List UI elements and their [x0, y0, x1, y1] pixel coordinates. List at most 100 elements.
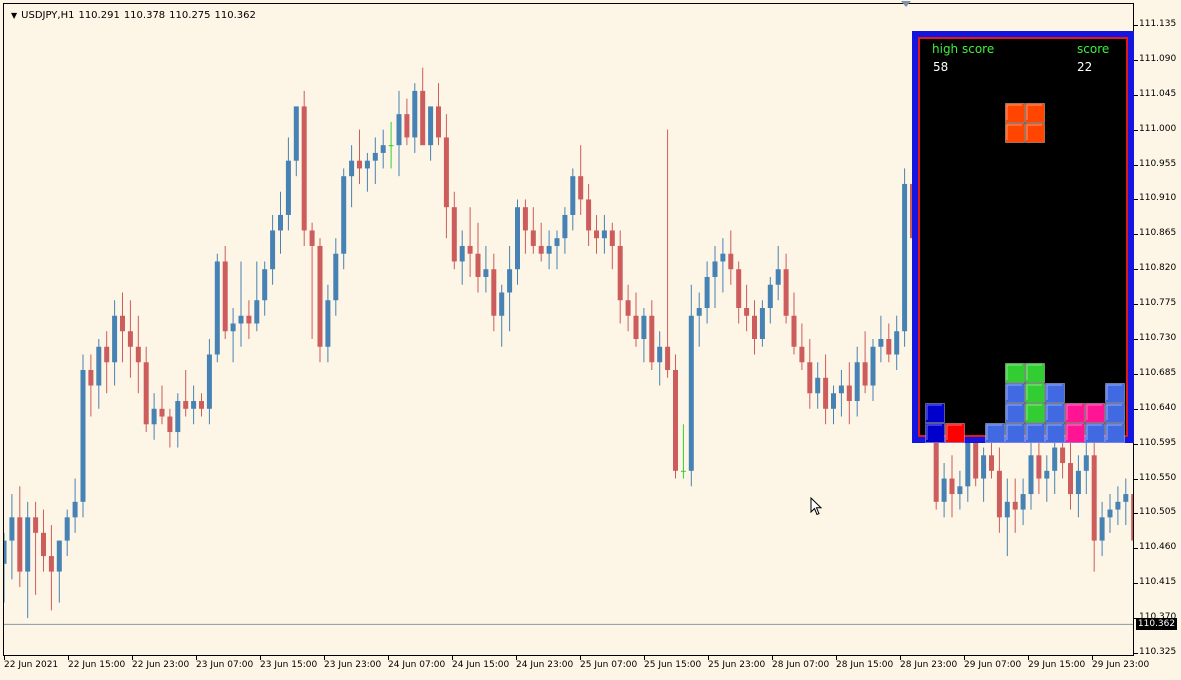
candle-body — [1052, 447, 1058, 471]
tetris-game-panel[interactable]: high score 58 score 22 — [912, 31, 1134, 443]
time-tick-label: 25 Jun 23:00 — [708, 660, 766, 670]
candle-body — [443, 137, 449, 208]
candle-body — [206, 354, 212, 409]
candle-body — [499, 292, 505, 316]
time-tick-label: 28 Jun 23:00 — [900, 660, 958, 670]
tetris-block — [1045, 403, 1065, 423]
candle-body — [104, 346, 110, 363]
tetris-block — [1085, 403, 1105, 423]
candle-body — [199, 401, 204, 409]
price-tick-mark — [1134, 408, 1138, 410]
candle — [522, 199, 528, 254]
candle — [1004, 478, 1010, 557]
candle-body — [807, 362, 813, 394]
candle-body — [214, 261, 220, 355]
candle — [428, 106, 434, 161]
price-tick-mark — [1134, 339, 1138, 340]
candle-body — [594, 230, 599, 239]
candle — [854, 346, 860, 417]
tetris-block — [1045, 423, 1065, 443]
candle — [1099, 501, 1105, 557]
candle-body — [278, 214, 283, 231]
quote-low: 110.275 — [169, 10, 211, 21]
candle — [72, 478, 78, 533]
candle-body — [333, 253, 339, 301]
price-tick-label: 110.460 — [1139, 542, 1177, 553]
candle — [191, 385, 197, 425]
candle — [309, 222, 315, 339]
candle-body — [617, 245, 623, 301]
quote-high: 110.378 — [123, 10, 166, 21]
price-tick-mark — [1134, 513, 1138, 515]
candle — [349, 145, 355, 208]
candle-body — [467, 245, 473, 254]
candle — [459, 230, 465, 285]
price-tick-mark — [1134, 478, 1138, 480]
tetris-block — [1025, 123, 1045, 143]
price-tick-mark — [1134, 59, 1138, 61]
candle — [1020, 478, 1026, 526]
chart-shift-marker-icon[interactable] — [901, 1, 911, 7]
candle-body — [349, 160, 355, 177]
candle-body — [1044, 470, 1050, 479]
candle-body — [791, 315, 797, 347]
time-tick-label: 22 Jun 2021 — [4, 660, 59, 670]
candle-body — [246, 315, 252, 324]
tetris-block — [1005, 103, 1025, 123]
candle — [491, 253, 497, 332]
candle — [1052, 439, 1058, 495]
candle — [752, 300, 757, 355]
candle — [838, 370, 844, 417]
candle-body — [870, 346, 876, 386]
time-tick-label: 23 Jun 07:00 — [196, 660, 254, 670]
candle — [396, 90, 402, 177]
terminal-chart-window: { "window": { "symbol": "USDJPY,H1", "qu… — [0, 0, 1181, 680]
time-tick-label: 24 Jun 15:00 — [452, 660, 510, 670]
candle-body — [396, 114, 402, 146]
candle-body — [981, 455, 987, 479]
candle-body — [902, 183, 908, 332]
candle-body — [886, 339, 892, 355]
candle-body — [989, 455, 994, 471]
candle-body — [546, 245, 552, 254]
candle-body — [522, 207, 528, 231]
candle-body — [293, 106, 299, 161]
price-tick-label: 110.415 — [1139, 577, 1177, 588]
candle — [404, 98, 410, 146]
candle — [96, 339, 102, 409]
candle-body — [325, 300, 331, 347]
candle — [167, 408, 173, 448]
candle — [285, 137, 291, 231]
candle-body — [665, 346, 671, 371]
time-tick-label: 25 Jun 15:00 — [644, 660, 702, 670]
candle — [546, 230, 552, 270]
time-tick-mark — [772, 656, 773, 660]
candle — [554, 230, 560, 270]
tetris-block — [945, 423, 965, 443]
candle — [712, 245, 718, 308]
candle-body — [815, 377, 821, 394]
dropdown-triangle-icon[interactable]: ▼ — [11, 11, 17, 20]
time-tick-mark — [836, 656, 837, 660]
price-tick-label: 110.820 — [1139, 263, 1177, 274]
candle-body — [1107, 509, 1113, 518]
quote-close: 110.362 — [214, 10, 256, 21]
candle — [293, 106, 299, 177]
candle-body — [633, 315, 639, 339]
price-tick-mark — [1134, 548, 1138, 550]
candle — [475, 222, 481, 293]
candle — [831, 385, 836, 425]
candle-body — [48, 556, 54, 572]
candle-body — [301, 106, 307, 231]
price-tick-mark — [1134, 373, 1138, 375]
candle-body — [601, 230, 607, 239]
mouse-cursor-icon — [810, 497, 823, 516]
candle — [325, 284, 331, 363]
candle-body — [96, 346, 102, 386]
candle-body — [783, 269, 789, 316]
candle — [783, 253, 789, 324]
candle-body — [957, 486, 963, 495]
candle — [649, 300, 655, 371]
price-tick-mark — [1134, 234, 1138, 236]
candle-body — [736, 269, 742, 308]
